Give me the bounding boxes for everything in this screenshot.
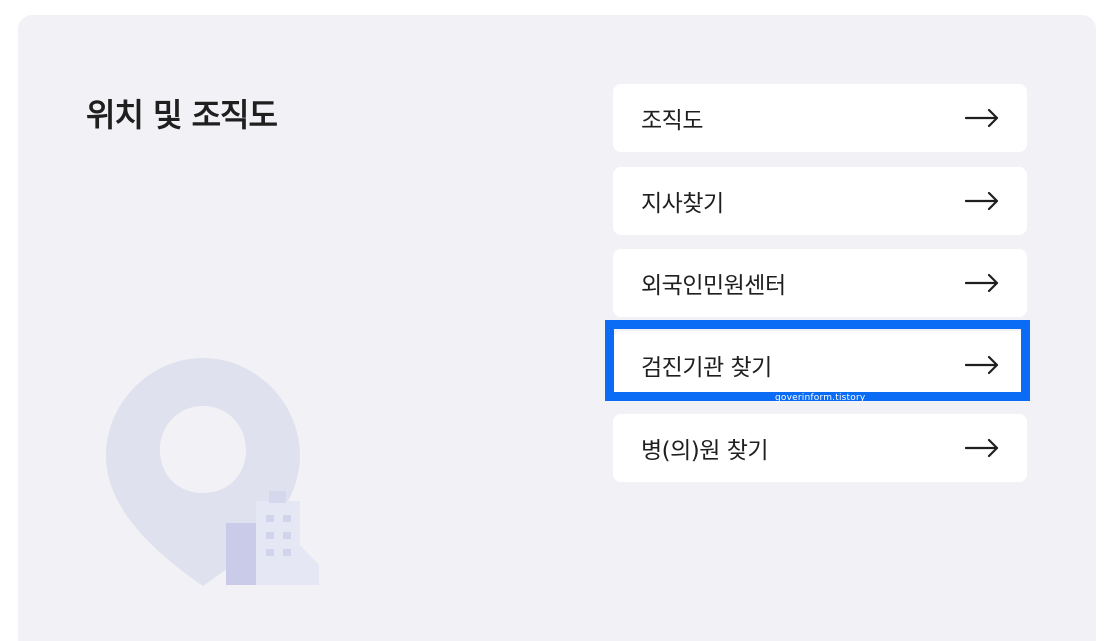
menu-item-label: 검진기관 찾기 — [641, 355, 772, 381]
menu-item-checkup-institution[interactable]: 검진기관 찾기 — [613, 331, 1027, 399]
menu-item-label: 지사찾기 — [641, 191, 724, 217]
arrow-right-icon — [965, 273, 999, 293]
location-pin-building-icon — [106, 358, 326, 590]
menu-item-find-branch[interactable]: 지사찾기 — [613, 167, 1027, 235]
arrow-right-icon — [965, 191, 999, 211]
arrow-right-icon — [965, 108, 999, 128]
location-org-panel: 위치 및 조직도 조직도 지사찾기 외국인민원센터 검진기관 찾기 병(의)원 … — [18, 15, 1096, 641]
menu-item-find-clinic[interactable]: 병(의)원 찾기 — [613, 414, 1027, 482]
menu-item-label: 병(의)원 찾기 — [641, 438, 769, 464]
arrow-right-icon — [965, 355, 999, 375]
menu-item-org-chart[interactable]: 조직도 — [613, 84, 1027, 152]
menu-item-foreigner-center[interactable]: 외국인민원센터 — [613, 249, 1027, 317]
section-title: 위치 및 조직도 — [86, 96, 278, 134]
arrow-right-icon — [965, 438, 999, 458]
menu-item-label: 외국인민원센터 — [641, 273, 786, 299]
menu-item-label: 조직도 — [641, 108, 703, 134]
watermark-text: goverinform.tistory — [775, 393, 866, 403]
